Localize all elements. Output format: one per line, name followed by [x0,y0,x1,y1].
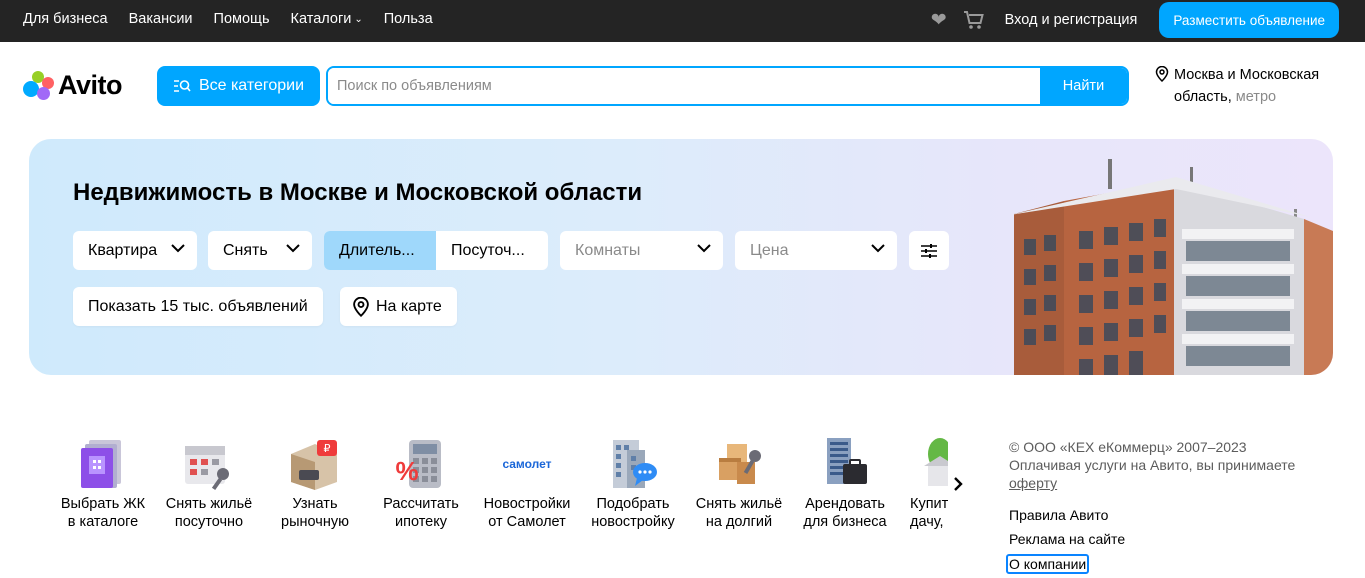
samolet-logo: самолет [499,436,555,492]
shortcut-new-buildings[interactable]: Подобрать новостройку [580,436,686,531]
logo-dots-icon [23,70,56,101]
shortcut-label-line1: Арендовать [805,496,885,512]
shortcut-label-line2: дачу, к [910,514,948,530]
residential-complex-icon [75,436,131,492]
deal-type-select[interactable]: Снять [208,231,312,270]
categories-search-icon [173,80,191,92]
shortcut-label-line1: Снять жильё [165,496,253,512]
price-placeholder: Цена [750,241,789,259]
building-chat-icon [605,436,661,492]
calculator-icon: % [393,436,449,492]
nav-help[interactable]: Помощь [214,11,270,27]
calendar-key-icon [181,436,237,492]
shortcut-label-line2: от Самолет [488,514,566,530]
shortcut-label-line1: Узнать [292,496,338,512]
shortcut-rent-long[interactable]: Снять жильё на долгий [686,436,792,531]
favorites-heart-icon[interactable]: ❤ [931,9,947,32]
footer-links: Правила Авито Реклама на сайте О компани… [1006,506,1125,578]
shortcut-choose-complex[interactable]: Выбрать ЖК в каталоге [50,436,156,531]
top-right: ❤ Вход и регистрация Разместить объявлен… [931,2,1339,38]
banner-title: Недвижимость в Москве и Московской облас… [73,179,643,206]
terms-text: Оплачивая услуги на Авито, вы принимаете [1009,457,1296,473]
metro-link[interactable]: метро [1236,89,1276,105]
all-categories-button[interactable]: Все категории [157,66,320,106]
shortcut-buy-dacha[interactable]: Купить дачу, к [898,436,948,531]
shortcut-label-line2: ипотеку [395,514,447,530]
more-filters-button[interactable] [909,231,949,270]
samolet-logo-text: самолет [502,457,552,471]
shortcut-label-line1: Рассчитать [383,496,459,512]
house-tree-icon [910,436,948,492]
chevron-down-icon [697,244,711,253]
shortcut-market-price[interactable]: ₽ Узнать рыночную [262,436,368,531]
map-pin-icon [353,296,369,317]
shortcut-label-line2: в каталоге [67,514,139,530]
footer-link-ads[interactable]: Реклама на сайте [1009,531,1125,547]
deal-type-value: Снять [223,241,268,259]
avito-logo[interactable]: Avito [23,70,123,101]
shortcut-label-line2: для бизнеса [803,514,887,530]
search-button[interactable]: Найти [1040,68,1127,104]
shortcut-label-line2: на долгий [705,514,773,530]
property-type-select[interactable]: Квартира [73,231,197,270]
shortcut-label-line2: посуточно [174,514,244,530]
shortcut-label-line1: Купить [910,496,948,512]
footer-link-about[interactable]: О компании [1006,554,1090,574]
rooms-select[interactable]: Комнаты [560,231,723,270]
logo-text: Avito [58,70,123,100]
real-estate-banner: Недвижимость в Москве и Московской облас… [29,139,1333,375]
property-type-value: Квартира [88,241,158,259]
search-bar: Найти [326,66,1129,106]
search-input[interactable] [328,68,1040,104]
price-select[interactable]: Цена [735,231,897,270]
chevron-down-icon [871,244,885,253]
login-link[interactable]: Вход и регистрация [1005,12,1138,28]
sliders-icon [921,243,937,258]
term-long-option[interactable]: Длитель... [324,231,436,270]
nav-business[interactable]: Для бизнеса [23,11,108,27]
shortcut-rent-daily[interactable]: Снять жильё посуточно [156,436,262,531]
shortcut-rent-business[interactable]: Арендовать для бизнеса [792,436,898,531]
post-ad-button[interactable]: Разместить объявление [1159,2,1339,38]
shortcut-label-line2: рыночную [281,514,349,530]
footer-info: © ООО «КЕХ еКоммерц» 2007–2023 Оплачивая… [1009,438,1349,492]
copyright: © ООО «КЕХ еКоммерц» 2007–2023 [1009,439,1247,455]
nav-catalogs-label: Каталоги [290,11,352,27]
shortcut-label-line1: Снять жильё [695,496,783,512]
shortcut-label-line1: Подобрать [596,496,670,512]
shortcut-mortgage[interactable]: % Рассчитать ипотеку [368,436,474,531]
chevron-down-icon [171,244,185,253]
svg-text:₽: ₽ [324,443,331,455]
rent-term-toggle: Длитель... Посуточ... [324,231,548,270]
nav-benefit[interactable]: Польза [384,11,433,27]
shortcut-label-line1: Выбрать ЖК [60,496,146,512]
boxes-key-icon [711,436,767,492]
shortcut-label-line1: Новостройки [483,496,571,512]
chevron-down-icon: ⌄ [354,14,363,25]
shortcut-label-line2: новостройку [591,514,675,530]
svg-text:%: % [395,456,418,486]
nav-vacancies[interactable]: Вакансии [129,11,193,27]
top-bar: Для бизнеса Вакансии Помощь Каталоги ⌄ По… [0,0,1365,42]
top-nav: Для бизнеса Вакансии Помощь Каталоги ⌄ По… [23,0,433,38]
chevron-right-icon[interactable] [950,474,966,494]
term-daily-option[interactable]: Посуточ... [436,231,548,270]
room-price-icon: ₽ [287,436,343,492]
apartment-building-image [1010,159,1333,375]
cart-icon[interactable] [963,10,985,30]
footer-link-rules[interactable]: Правила Авито [1009,507,1108,523]
on-map-button[interactable]: На карте [340,287,457,326]
building-briefcase-icon [817,436,873,492]
show-listings-button[interactable]: Показать 15 тыс. объявлений [73,287,323,326]
location-pin-icon [1155,66,1169,82]
all-categories-label: Все категории [198,77,305,94]
rooms-placeholder: Комнаты [575,241,641,259]
chevron-down-icon [286,244,300,253]
location-selector[interactable]: Москва и Московская область, метро [1155,64,1345,108]
shortcut-samolet[interactable]: самолет Новостройки от Самолет [474,436,580,531]
on-map-label: На карте [376,297,442,315]
nav-catalogs[interactable]: Каталоги ⌄ [291,11,363,27]
offer-link[interactable]: оферту [1009,475,1057,491]
